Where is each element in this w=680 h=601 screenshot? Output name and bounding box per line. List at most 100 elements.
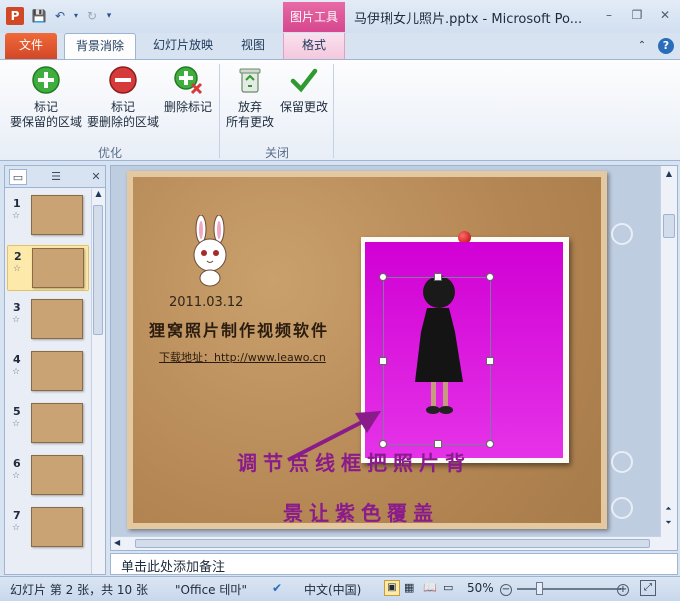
photo-background-removal[interactable] — [365, 242, 563, 458]
slide-thumbnail[interactable]: 1 ☆ — [7, 193, 89, 239]
keep-changes-button[interactable]: 保留更改 — [276, 64, 332, 115]
delete-mark-icon — [174, 66, 203, 95]
slide-number: 3 — [13, 301, 21, 314]
background-removal-marquee[interactable] — [379, 273, 494, 448]
slide-number: 1 — [13, 197, 21, 210]
scroll-up-icon[interactable]: ▲ — [661, 166, 677, 178]
slide-number: 7 — [13, 509, 21, 522]
help-icon[interactable]: ? — [658, 38, 674, 54]
restore-icon[interactable]: ❐ — [628, 7, 646, 23]
mark-keep-label-1: 标记 — [33, 100, 58, 114]
ribbon-tabs: 文件 背景消除 幻灯片放映 视图 格式 ⌃ ? — [0, 33, 680, 59]
outline-tab-icon[interactable]: ☰ — [47, 169, 65, 185]
mark-remove-button[interactable]: 标记 要删除的区域 — [84, 64, 162, 130]
minimize-icon[interactable]: – — [600, 7, 618, 23]
mark-keep-button[interactable]: 标记 要保留的区域 — [8, 64, 84, 130]
slide-date: 2011.03.12 — [169, 295, 244, 310]
panel-tabs: ▭ ☰ ✕ — [5, 166, 105, 188]
group-label-close: 关闭 — [264, 146, 289, 160]
slide-thumbnail[interactable]: 4 ☆ — [7, 349, 89, 395]
slide-thumbnail[interactable]: 3 ☆ — [7, 297, 89, 343]
reading-view-icon[interactable]: 📖 — [423, 581, 437, 594]
zoom-in-icon[interactable]: + — [617, 581, 629, 596]
vertical-scrollbar[interactable]: ▲ ⏶ ⏷ — [660, 166, 677, 550]
discard-changes-button[interactable]: 放弃 所有更改 — [222, 64, 278, 130]
resize-handle[interactable] — [486, 273, 494, 281]
resize-handle[interactable] — [379, 357, 387, 365]
window-title: 马伊琍女儿照片.pptx - Microsoft Po... — [354, 12, 583, 27]
normal-view-icon[interactable]: ▣ — [384, 580, 400, 596]
animation-star-icon: ☆ — [12, 471, 21, 481]
resize-handle[interactable] — [486, 357, 494, 365]
tab-file[interactable]: 文件 — [5, 33, 57, 59]
animation-star-icon: ☆ — [12, 367, 21, 377]
slideshow-view-icon[interactable]: ▭ — [443, 581, 453, 594]
ribbon-tools: ⌃ ? — [634, 38, 674, 54]
ribbon: 标记 要保留的区域 标记 要删除的区域 删除标记 优化 放弃 所有更改 保留更改… — [0, 59, 680, 161]
status-bar: 幻灯片 第 2 张，共 10 张 "Office 테마" ✔ 中文(中国) ▣ … — [0, 576, 680, 601]
annotation-text-line-1: 调节点线框把照片背 — [237, 451, 471, 475]
slide-title: 狸窝照片制作视频软件 — [149, 321, 330, 340]
slide-number: 5 — [13, 405, 21, 418]
spellcheck-icon[interactable]: ✔ — [272, 581, 282, 595]
slides-panel: ▭ ☰ ✕ 1 ☆ 2 ☆ 3 ☆ 4 ☆ 5 ☆ 6 ☆ 7 ☆ ▲ — [4, 165, 106, 575]
group-separator — [333, 64, 334, 158]
notes-pane[interactable]: 单击此处添加备注 — [110, 553, 678, 575]
slide-counter: 幻灯片 第 2 张，共 10 张 — [10, 583, 148, 597]
bunny-cartoon-icon — [193, 215, 227, 287]
delete-mark-button[interactable]: 删除标记 — [160, 64, 216, 115]
horizontal-scrollbar[interactable]: ◀ — [111, 536, 661, 550]
scroll-up-icon[interactable]: ▲ — [92, 189, 105, 198]
slides-tab-icon[interactable]: ▭ — [9, 169, 27, 185]
powerpoint-app-icon[interactable]: P — [6, 7, 24, 25]
tab-slideshow[interactable]: 幻灯片放映 — [144, 33, 222, 59]
minimize-ribbon-icon[interactable]: ⌃ — [634, 38, 650, 54]
slide-sorter-icon[interactable]: ▦ — [404, 581, 414, 594]
next-slide-icon[interactable]: ⏷ — [661, 518, 676, 528]
redo-icon[interactable]: ↻ — [83, 7, 101, 25]
minus-red-icon — [109, 66, 137, 94]
current-slide[interactable]: 2011.03.12 狸窝照片制作视频软件 下载地址：http://www.le… — [127, 171, 607, 529]
slide-thumbnail[interactable]: 5 ☆ — [7, 401, 89, 447]
zoom-slider-track[interactable] — [517, 588, 621, 590]
scroll-left-icon[interactable]: ◀ — [114, 538, 120, 547]
slide-number: 2 — [14, 250, 22, 263]
close-panel-icon[interactable]: ✕ — [87, 169, 105, 185]
zoom-out-icon[interactable]: − — [500, 581, 512, 596]
mark-remove-label-1: 标记 — [110, 100, 135, 114]
prev-slide-icon[interactable]: ⏶ — [661, 504, 676, 514]
discard-label-1: 放弃 — [237, 100, 262, 114]
tab-view[interactable]: 视图 — [228, 33, 278, 59]
slide-thumbnail-image — [31, 455, 83, 495]
title-bar: P 💾 ↶ ▾ ↻ ▾ 图片工具 马伊琍女儿照片.pptx - Microsof… — [0, 0, 680, 33]
resize-handle[interactable] — [486, 440, 494, 448]
scroll-thumb[interactable] — [135, 539, 650, 548]
mark-remove-label-2: 要删除的区域 — [86, 115, 159, 129]
resize-handle[interactable] — [434, 273, 442, 281]
slide-thumbnail[interactable]: 6 ☆ — [7, 453, 89, 499]
decorative-circles — [611, 223, 633, 519]
zoom-level[interactable]: 50% — [467, 581, 494, 595]
tab-format[interactable]: 格式 — [283, 33, 345, 59]
scroll-thumb[interactable] — [663, 214, 675, 238]
fit-to-window-icon[interactable]: ⤢ — [640, 580, 656, 596]
slide-thumbnail[interactable]: 2 ☆ — [7, 245, 89, 291]
zoom-slider-thumb[interactable] — [536, 582, 543, 595]
thumbnails-scrollbar[interactable]: ▲ — [91, 189, 105, 574]
slide-thumbnail-image — [31, 507, 83, 547]
annotation-text-line-2: 景让紫色覆盖 — [283, 501, 439, 525]
download-link-text: 下载地址：http://www.leawo.cn — [159, 351, 326, 364]
slide-thumbnail-image — [32, 248, 84, 288]
undo-icon[interactable]: ↶ — [51, 7, 69, 25]
customize-qat-icon[interactable]: ▾ — [104, 7, 114, 25]
scroll-thumb[interactable] — [93, 205, 103, 335]
tab-background-removal[interactable]: 背景消除 — [64, 33, 136, 59]
save-icon[interactable]: 💾 — [30, 7, 48, 25]
undo-dropdown-icon[interactable]: ▾ — [72, 7, 80, 25]
slide-thumbnail-image — [31, 299, 83, 339]
close-icon[interactable]: ✕ — [656, 7, 674, 23]
resize-handle[interactable] — [379, 273, 387, 281]
language-indicator[interactable]: 中文(中国) — [304, 581, 361, 598]
slide-thumbnail[interactable]: 7 ☆ — [7, 505, 89, 551]
discard-label-2: 所有更改 — [225, 115, 274, 129]
